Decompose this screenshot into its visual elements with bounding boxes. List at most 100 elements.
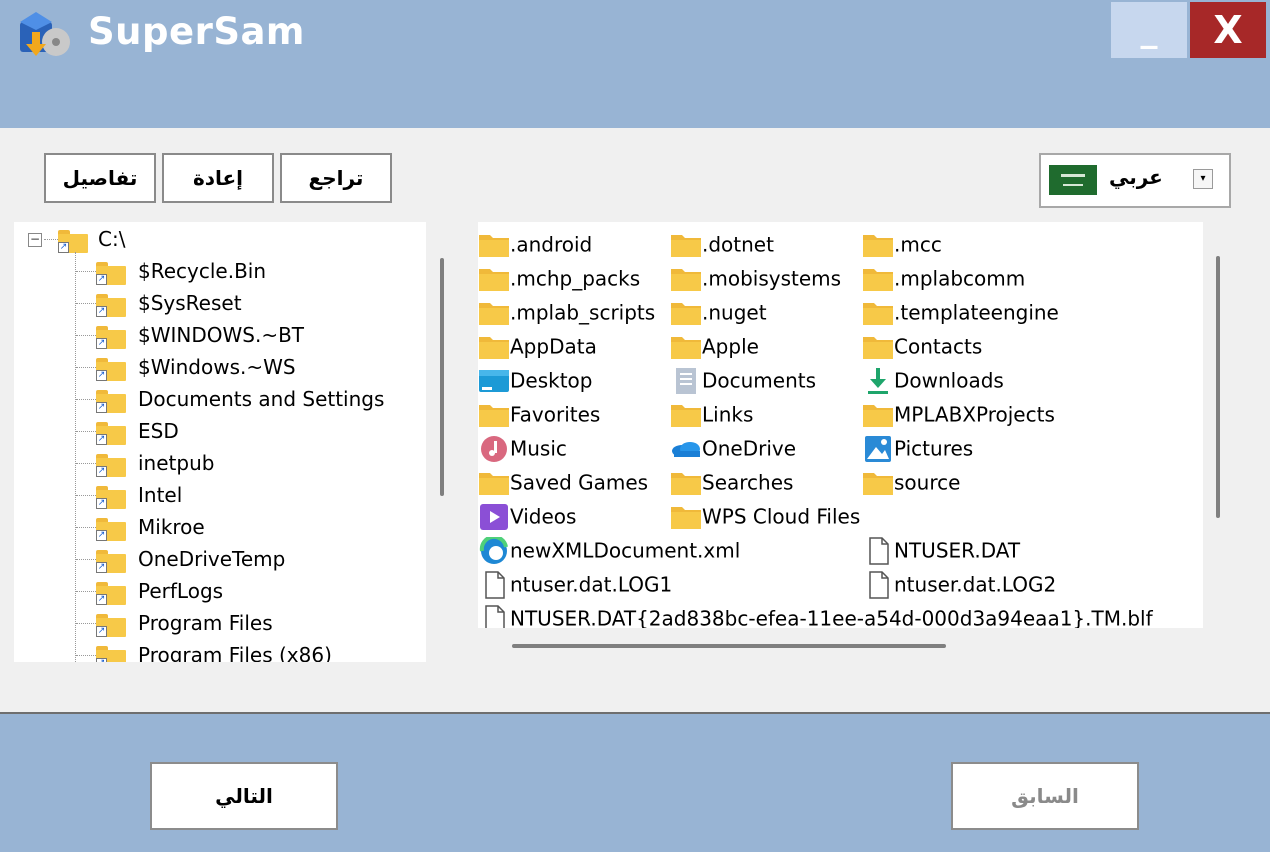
tree-item-label: Program Files (x86)	[138, 643, 332, 662]
file-list-vertical-scrollbar[interactable]	[1216, 256, 1220, 518]
file-icon	[478, 604, 510, 628]
close-button[interactable]: X	[1190, 2, 1266, 58]
file-item[interactable]: .mcc	[862, 228, 942, 258]
folder-icon	[670, 265, 702, 293]
file-item[interactable]: ntuser.dat.LOG1	[478, 568, 673, 599]
file-item-label: Documents	[702, 368, 817, 393]
tree-item-label: $WINDOWS.~BT	[138, 323, 305, 347]
redo-button[interactable]: إعادة	[162, 153, 274, 203]
file-item-label: NTUSER.DAT{2ad838bc-efea-11ee-a54d-000d3…	[510, 606, 1153, 629]
file-item[interactable]: .mplabcomm	[862, 262, 1025, 292]
folder-shortcut-icon: ↗	[96, 453, 126, 477]
app-logo-icon	[20, 12, 70, 56]
file-item-label: ntuser.dat.LOG1	[510, 572, 673, 597]
minimize-button[interactable]: _	[1111, 2, 1187, 58]
file-item[interactable]: MPLABXProjects	[862, 398, 1055, 428]
tree-item-label: $Recycle.Bin	[138, 259, 267, 283]
file-item-label: .android	[510, 232, 593, 257]
file-item[interactable]: .nuget	[670, 296, 767, 326]
folder-tree[interactable]: − ↗ C:\ ↗ $Recycle.Bin ↗ $SysReset ↗ $WINDOWS.~B…	[14, 222, 426, 662]
folder-icon	[862, 469, 894, 497]
tree-item-label: C:\	[98, 227, 126, 251]
folder-icon	[478, 299, 510, 327]
file-item[interactable]: NTUSER.DAT{2ad838bc-efea-11ee-a54d-000d3…	[478, 602, 1153, 628]
folder-shortcut-icon: ↗	[96, 581, 126, 605]
tree-item-label: Mikroe	[138, 515, 205, 539]
folder-icon	[478, 265, 510, 293]
file-item-label: AppData	[510, 334, 597, 359]
folder-shortcut-icon: ↗	[96, 293, 126, 317]
footer-bar: التالي السابق	[0, 712, 1270, 852]
file-item-label: .nuget	[702, 300, 767, 325]
file-item[interactable]: Music	[478, 432, 567, 462]
tree-item-label: ESD	[138, 419, 179, 443]
file-item[interactable]: NTUSER.DAT	[862, 534, 1021, 565]
file-item[interactable]: OneDrive	[670, 432, 796, 462]
tree-item-label: Documents and Settings	[138, 387, 385, 411]
file-item[interactable]: Downloads	[862, 364, 1004, 394]
file-item[interactable]: .dotnet	[670, 228, 774, 258]
file-item-label: newXMLDocument.xml	[510, 538, 741, 563]
folder-icon	[478, 401, 510, 429]
file-item[interactable]: Links	[670, 398, 753, 428]
tree-item-label: Program Files	[138, 611, 273, 635]
folder-shortcut-icon: ↗	[96, 261, 126, 285]
undo-button[interactable]: تراجع	[280, 153, 392, 203]
file-item[interactable]: Pictures	[862, 432, 973, 462]
file-item-label: .mobisystems	[702, 266, 842, 291]
file-item[interactable]: .mchp_packs	[478, 262, 640, 292]
documents-icon	[670, 367, 702, 395]
file-item-label: Videos	[510, 504, 577, 529]
file-item[interactable]: source	[862, 466, 960, 496]
file-item[interactable]: Documents	[670, 364, 816, 394]
details-button[interactable]: تفاصيل	[44, 153, 156, 203]
tree-scrollbar[interactable]	[440, 258, 444, 496]
folder-icon	[670, 469, 702, 497]
file-item[interactable]: .mobisystems	[670, 262, 841, 292]
file-item[interactable]: .mplab_scripts	[478, 296, 655, 326]
tree-item-label: PerfLogs	[138, 579, 224, 603]
downloads-icon	[862, 367, 894, 395]
file-item-label: Links	[702, 402, 754, 427]
collapse-toggle-icon[interactable]: −	[28, 233, 42, 247]
file-item[interactable]: AppData	[478, 330, 597, 360]
file-item[interactable]: ntuser.dat.LOG2	[862, 568, 1056, 599]
folder-icon	[478, 469, 510, 497]
file-item[interactable]: Desktop	[478, 364, 592, 394]
music-icon	[478, 435, 510, 463]
file-icon	[862, 570, 894, 599]
folder-icon	[478, 231, 510, 259]
file-list-horizontal-scrollbar[interactable]	[512, 644, 946, 648]
file-item-label: NTUSER.DAT	[894, 538, 1021, 563]
file-item[interactable]: .android	[478, 228, 592, 258]
file-item-label: Favorites	[510, 402, 601, 427]
file-item[interactable]: Apple	[670, 330, 759, 360]
file-item[interactable]: Videos	[478, 500, 576, 530]
pictures-icon	[862, 435, 894, 463]
title-bar: SuperSam _ X	[0, 0, 1270, 128]
file-list[interactable]: .android .dotnet .mcc .mchp_packs .mobisyste…	[478, 222, 1203, 628]
file-item[interactable]: Saved Games	[478, 466, 648, 496]
edge-icon	[478, 534, 510, 565]
file-item[interactable]: Favorites	[478, 398, 600, 428]
tree-item-label: Intel	[138, 483, 183, 507]
app-window: SuperSam _ X تفاصيل إعادة تراجع عربي ▾ −…	[0, 0, 1270, 852]
file-item-label: Contacts	[894, 334, 983, 359]
file-item[interactable]: Contacts	[862, 330, 982, 360]
dropdown-arrow-icon[interactable]: ▾	[1193, 169, 1213, 189]
file-item[interactable]: .templateengine	[862, 296, 1059, 326]
desktop-icon	[478, 367, 510, 395]
folder-icon	[670, 333, 702, 361]
folder-icon	[670, 299, 702, 327]
folder-icon	[862, 333, 894, 361]
file-item[interactable]: Searches	[670, 466, 793, 496]
language-label: عربي	[1109, 165, 1163, 189]
file-item-label: Saved Games	[510, 470, 649, 495]
tree-item-label: $SysReset	[138, 291, 242, 315]
previous-button[interactable]: السابق	[951, 762, 1139, 830]
file-item[interactable]: WPS Cloud Files	[670, 500, 860, 530]
next-button[interactable]: التالي	[150, 762, 338, 830]
file-item[interactable]: newXMLDocument.xml	[478, 534, 740, 564]
language-select[interactable]: عربي ▾	[1039, 153, 1231, 208]
folder-shortcut-icon: ↗	[96, 517, 126, 541]
